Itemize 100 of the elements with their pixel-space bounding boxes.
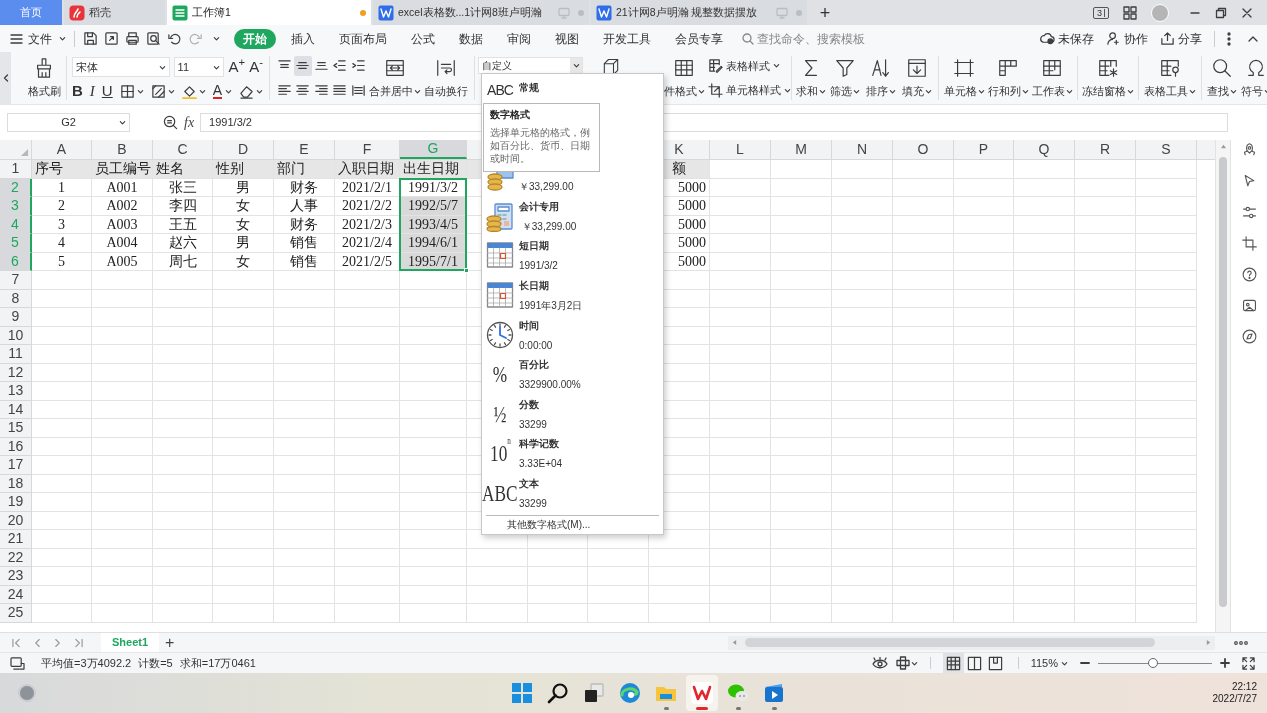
merge-center-button[interactable]: 合并居中	[369, 52, 421, 104]
clock-date[interactable]: 2022/7/27	[1212, 693, 1257, 705]
fill-bucket-icon[interactable]	[181, 83, 197, 99]
column-header[interactable]: Q	[1014, 140, 1075, 159]
row-header[interactable]: 11	[0, 345, 32, 364]
column-header[interactable]: S	[1136, 140, 1197, 159]
image-icon[interactable]	[1240, 297, 1258, 314]
macro-icon[interactable]	[10, 656, 25, 670]
format-menu-item[interactable]: 长日期 1991年3月2日	[482, 275, 663, 316]
fill-button[interactable]: 填充	[899, 52, 935, 104]
zoom-formula-icon[interactable]	[163, 115, 178, 130]
close-icon[interactable]	[1241, 6, 1253, 19]
preview-icon[interactable]	[146, 31, 161, 46]
format-menu-item[interactable]: 时间 0:00:00	[482, 315, 663, 356]
filter-button[interactable]: 筛选	[827, 52, 863, 104]
eraser-icon[interactable]	[239, 83, 255, 99]
font-color-button[interactable]: A	[212, 83, 223, 99]
new-tab-button[interactable]: +	[813, 0, 837, 25]
symbol-button[interactable]: 符号	[1239, 52, 1267, 104]
style-button[interactable]: 单元格样式	[708, 82, 788, 99]
ribbon-tab[interactable]: 视图	[546, 28, 588, 49]
edge-app-icon[interactable]	[618, 681, 642, 705]
ribbon-tab[interactable]: 公式	[402, 28, 444, 49]
column-header[interactable]: N	[832, 140, 893, 159]
restore-icon[interactable]	[1215, 6, 1227, 19]
tablet-mode-button[interactable]: 3	[1093, 6, 1109, 19]
cloud-action[interactable]: 未保存	[1040, 29, 1094, 48]
scrollbar-thumb[interactable]	[1219, 157, 1227, 607]
underline-button[interactable]: U	[101, 83, 113, 99]
ribbon-tab[interactable]: 数据	[450, 28, 492, 49]
sliders-icon[interactable]	[1240, 204, 1258, 221]
column-header[interactable]: A	[32, 140, 92, 159]
scroll-left-icon[interactable]	[2, 74, 9, 82]
sheet-button[interactable]: 工作表	[1030, 52, 1074, 104]
crop-icon[interactable]	[1240, 235, 1258, 252]
cell-button[interactable]: 单元格	[942, 52, 986, 104]
undo-icon[interactable]	[167, 31, 182, 46]
name-box[interactable]: G2	[7, 113, 130, 132]
document-tab[interactable]: 稻壳	[64, 0, 165, 25]
italic-button[interactable]: I	[89, 83, 95, 99]
document-tab[interactable]: 工作簿1	[167, 0, 371, 25]
ribbon-tab[interactable]: 插入	[282, 28, 324, 49]
font-size-button[interactable]: A$^{-}$	[248, 59, 264, 75]
rowcol-button[interactable]: 行和列	[986, 52, 1030, 104]
ribbon-tab[interactable]: 开发工具	[594, 28, 660, 49]
more-icon[interactable]	[1227, 31, 1231, 46]
font-name-field[interactable]: 宋体	[72, 57, 170, 77]
help-icon[interactable]	[1240, 266, 1258, 283]
task-view-app-icon[interactable]	[582, 681, 606, 705]
fill-handle[interactable]	[464, 268, 469, 273]
row-header[interactable]: 23	[0, 567, 32, 586]
column-header[interactable]: B	[92, 140, 153, 159]
align-middle-button[interactable]	[293, 55, 312, 76]
video-app-icon[interactable]	[762, 681, 786, 705]
more-options-icon[interactable]	[1234, 640, 1248, 645]
format-menu-item[interactable]: % 百分比 3329900.00%	[482, 355, 663, 395]
sum-button[interactable]: 求和	[795, 52, 827, 104]
share-action[interactable]: 分享	[1160, 29, 1202, 48]
zoom-level-dropdown[interactable]: 115%	[1030, 654, 1068, 672]
row-header[interactable]: 13	[0, 382, 32, 401]
format-painter-button[interactable]: 格式刷	[25, 52, 63, 104]
eye-protection-icon[interactable]	[871, 657, 888, 669]
column-header[interactable]: O	[893, 140, 954, 159]
clock-time[interactable]: 22:12	[1231, 681, 1257, 693]
function-button[interactable]: fx	[184, 112, 195, 133]
row-header[interactable]: 1	[0, 160, 32, 179]
conditional-format-button[interactable]: 件格式	[664, 52, 704, 104]
row-header[interactable]: 9	[0, 308, 32, 327]
column-header[interactable]: E	[274, 140, 335, 159]
document-tab[interactable]: excel表格数...1计网8班卢明瀚	[373, 0, 589, 25]
person-action[interactable]: 协作	[1106, 29, 1148, 48]
cell-pattern-icon[interactable]	[150, 83, 166, 99]
ribbon-tab[interactable]: 会员专享	[666, 28, 732, 49]
wrap-text-button[interactable]: 自动换行	[421, 52, 471, 104]
column-header[interactable]: R	[1075, 140, 1136, 159]
font-size-field[interactable]: 11	[173, 57, 225, 77]
column-header[interactable]: M	[771, 140, 832, 159]
column-header[interactable]: C	[153, 140, 213, 159]
add-sheet-button[interactable]: +	[165, 630, 175, 655]
column-header[interactable]: P	[954, 140, 1014, 159]
row-header[interactable]: 15	[0, 419, 32, 438]
compass-icon[interactable]	[1240, 328, 1258, 345]
freeze-button[interactable]: 冻结窗格	[1081, 52, 1135, 104]
sort-button[interactable]: 排序	[863, 52, 899, 104]
normal-view-button[interactable]	[942, 653, 964, 673]
format-menu-item[interactable]: 10$^{n}$ 科学记数 3.33E+04	[482, 434, 663, 474]
file-menu[interactable]: 文件	[10, 29, 66, 48]
ribbon-tab[interactable]: 审阅	[498, 28, 540, 49]
font-size-button[interactable]: A$^{+}$	[228, 59, 245, 75]
column-header[interactable]: D	[213, 140, 274, 159]
document-tab[interactable]: 21计网8卢明瀚 规整数据摆放	[591, 0, 807, 25]
column-header[interactable]: L	[710, 140, 771, 159]
search-app-icon[interactable]	[546, 681, 570, 705]
bold-button[interactable]: B	[72, 83, 83, 99]
scroll-up-icon[interactable]	[1219, 144, 1227, 149]
style-button[interactable]: 表格样式	[708, 57, 788, 74]
export-icon[interactable]	[104, 31, 119, 46]
tools-button[interactable]: 表格工具	[1142, 52, 1198, 104]
scrollbar-thumb[interactable]	[745, 638, 1155, 647]
save-icon[interactable]	[83, 31, 98, 46]
